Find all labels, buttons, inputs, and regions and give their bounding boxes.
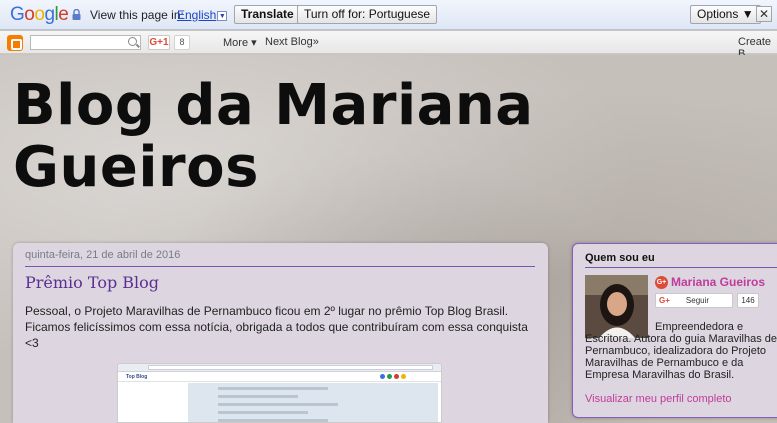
thumb-social-icon (380, 374, 385, 379)
next-blog-link[interactable]: Next Blog» (265, 36, 319, 48)
blog-post: quinta-feira, 21 de abril de 2016 Prêmio… (13, 243, 548, 423)
thumb-url-bar (148, 365, 433, 370)
turn-off-button[interactable]: Turn off for: Portuguese (297, 5, 438, 24)
google-logo-letter: e (58, 4, 69, 25)
google-logo: Google (10, 4, 69, 26)
language-label: English (177, 8, 217, 22)
gplus-count: 8 (174, 35, 190, 50)
thumb-text-line (218, 387, 328, 390)
thumb-text-line (218, 403, 338, 406)
lock-icon (72, 9, 81, 20)
thumb-social-icon (387, 374, 392, 379)
profile-about: Empreendedora e Escritora. Autora do gui… (585, 321, 777, 381)
widget-divider (585, 267, 777, 268)
language-select[interactable]: English ▼ (177, 8, 228, 22)
thumb-browser-bar (118, 364, 441, 372)
blog-search-input[interactable] (30, 35, 141, 50)
gplus-icon: G+ (655, 276, 668, 289)
follow-g-label: G+ (659, 296, 670, 305)
thumb-social-icon (401, 374, 406, 379)
translate-button[interactable]: Translate (234, 5, 301, 24)
profile-widget: Quem sou eu G+ Mariana Gueiros G+ Seguir … (572, 243, 777, 418)
follow-label: Seguir (685, 296, 710, 305)
blogger-navbar: G+1 8 More ▾ Next Blog» Create B (0, 31, 777, 60)
blogger-logo-icon[interactable] (7, 35, 23, 51)
post-body: Pessoal, o Projeto Maravilhas de Pernamb… (25, 304, 528, 350)
widget-title: Quem sou eu (585, 252, 655, 264)
translate-prompt: View this page in: (90, 8, 184, 22)
post-image[interactable]: Top Blog (117, 363, 442, 423)
close-icon[interactable]: ✕ (756, 6, 772, 22)
translate-bar: Google View this page in: English ▼ Trans… (0, 0, 777, 30)
thumb-content (188, 383, 438, 422)
blog-page: Blog da Mariana Gueiros quinta-feira, 21… (0, 55, 777, 423)
thumb-text-line (218, 419, 328, 422)
view-profile-link[interactable]: Visualizar meu perfil completo (585, 393, 732, 405)
google-logo-letter: G (10, 4, 25, 25)
dropdown-arrow-icon: ▼ (217, 10, 228, 21)
thumb-site-nav (118, 373, 441, 382)
thumb-text-line (218, 411, 308, 414)
follow-button[interactable]: G+ Seguir (655, 293, 733, 308)
google-logo-letter: o (24, 4, 35, 25)
blog-title[interactable]: Blog da Mariana Gueiros (13, 75, 633, 199)
google-logo-letter: o (34, 4, 45, 25)
thumb-site-logo: Top Blog (126, 374, 148, 380)
thumb-social-icon (394, 374, 399, 379)
options-button[interactable]: Options ▼ (690, 5, 761, 24)
follower-count: 146 (737, 293, 759, 308)
profile-name[interactable]: Mariana Gueiros (671, 275, 765, 289)
gplus-button[interactable]: G+1 (148, 35, 170, 50)
google-logo-letter: g (44, 4, 55, 25)
post-date: quinta-feira, 21 de abril de 2016 (25, 249, 181, 261)
search-icon[interactable] (128, 37, 137, 46)
more-menu[interactable]: More ▾ (223, 36, 257, 49)
post-divider (25, 266, 535, 267)
thumb-text-line (218, 395, 298, 398)
post-title[interactable]: Prêmio Top Blog (25, 273, 159, 292)
